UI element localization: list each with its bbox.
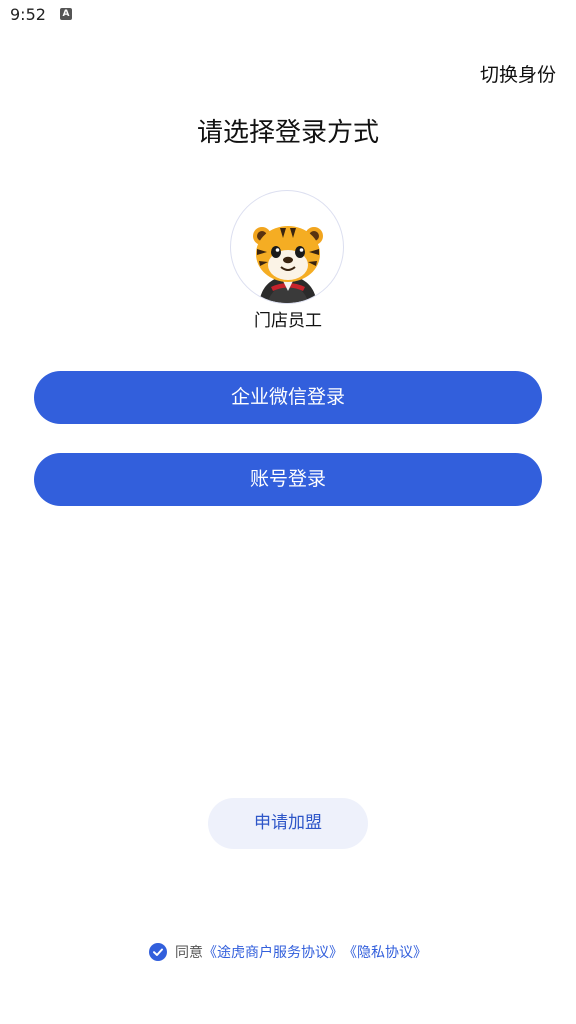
status-time: 9:52	[10, 5, 46, 24]
avatar	[230, 190, 344, 304]
role-card-store-staff[interactable]: 门店员工	[228, 190, 348, 335]
account-login-button[interactable]: 账号登录	[34, 453, 542, 506]
agreement-row: 同意 《途虎商户服务协议》 《隐私协议》	[0, 941, 576, 963]
service-agreement-link[interactable]: 《途虎商户服务协议》	[203, 942, 343, 962]
role-label: 门店员工	[254, 311, 322, 331]
status-bar: 9:52 A	[0, 0, 576, 30]
agreement-prefix: 同意	[175, 945, 203, 961]
page-title: 请选择登录方式	[196, 118, 379, 148]
privacy-agreement-link[interactable]: 《隐私协议》	[343, 942, 427, 962]
apply-join-button[interactable]: 申请加盟	[208, 798, 368, 849]
tiger-mascot-icon	[253, 226, 323, 303]
agreement-checkbox-icon[interactable]	[149, 943, 167, 961]
switch-identity-button[interactable]: 切换身份	[480, 60, 556, 87]
login-screen: 9:52 A 切换身份 请选择登录方式 门店员工 企业微信登录 账号登录 申请加…	[0, 0, 576, 1024]
notification-a-icon: A	[60, 8, 72, 20]
wecom-login-button[interactable]: 企业微信登录	[34, 371, 542, 424]
